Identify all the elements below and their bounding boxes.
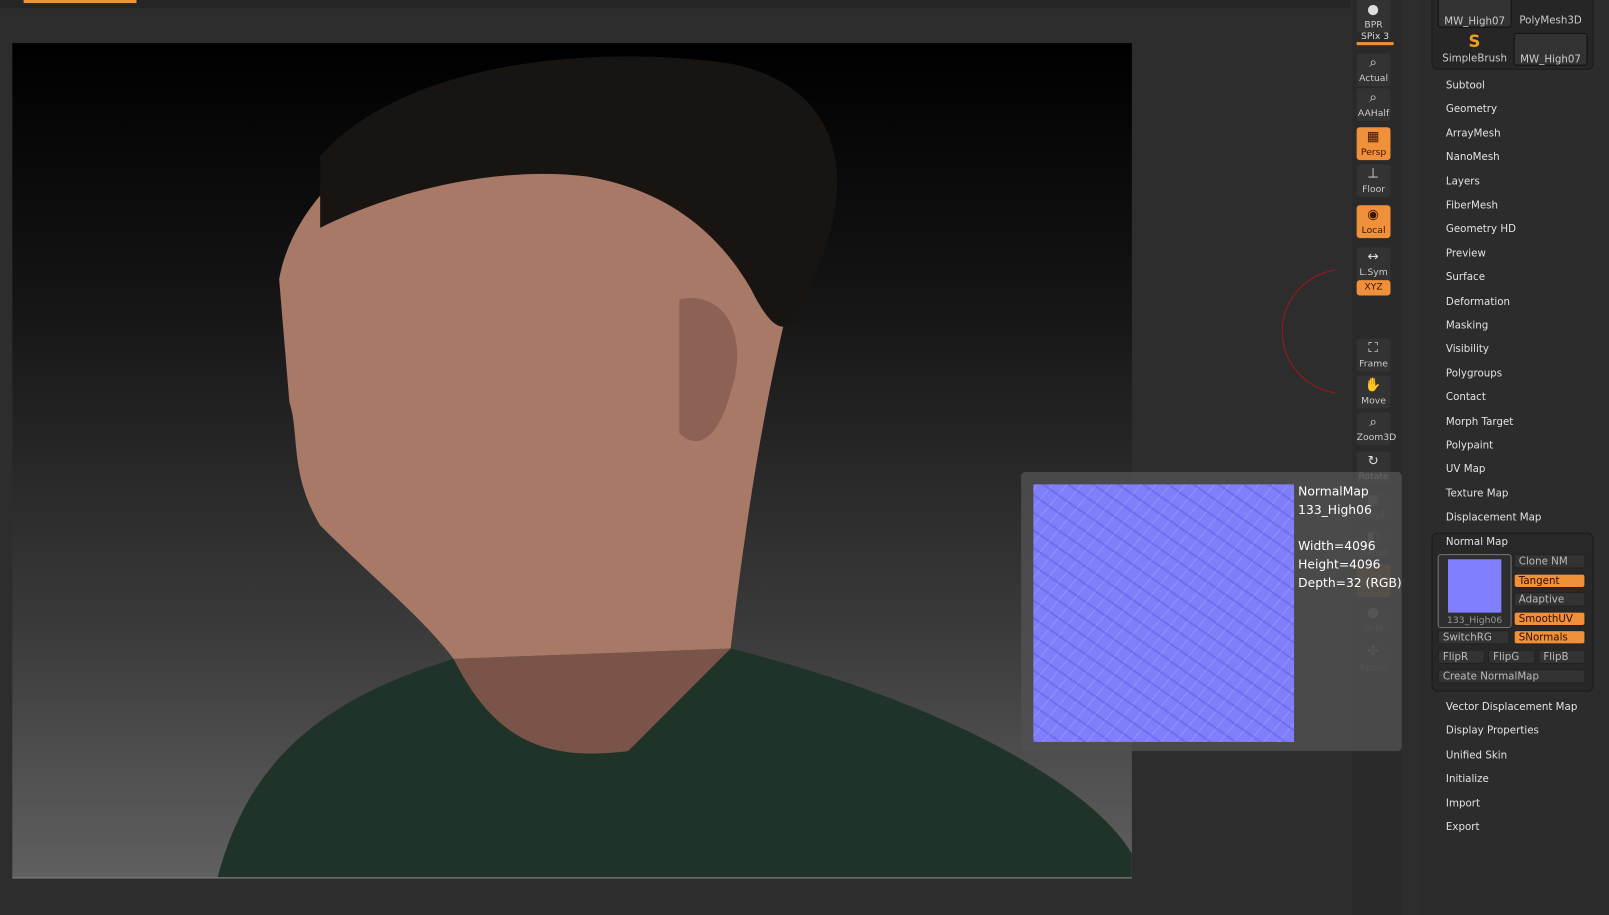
snormals-toggle[interactable]: SNormals bbox=[1513, 630, 1586, 645]
frame-icon: ⛶ bbox=[1368, 340, 1378, 357]
menu-uv-map[interactable]: UV Map bbox=[1446, 464, 1485, 475]
menu-initialize[interactable]: Initialize bbox=[1446, 774, 1489, 785]
zoom-actual-icon: ⌕ bbox=[1369, 55, 1377, 71]
menu-arraymesh[interactable]: ArrayMesh bbox=[1446, 128, 1501, 139]
menu-subtool[interactable]: Subtool bbox=[1446, 80, 1485, 91]
popup-height: Height=4096 bbox=[1298, 557, 1381, 572]
flipb-toggle[interactable]: FlipB bbox=[1538, 649, 1586, 664]
menu-preview[interactable]: Preview bbox=[1446, 248, 1486, 259]
shelf-local-button[interactable]: ◉ Local bbox=[1356, 205, 1391, 239]
popup-file-name: 133_High06 bbox=[1298, 502, 1372, 518]
active-tab-indicator[interactable] bbox=[23, 0, 137, 4]
shelf-floor-button[interactable]: ⊥ Floor bbox=[1356, 164, 1391, 198]
normal-map-thumbnail[interactable]: 133_High06 bbox=[1437, 554, 1512, 629]
floor-icon: ⊥ bbox=[1367, 166, 1379, 182]
sphere-icon: ● bbox=[1367, 2, 1379, 18]
menu-vector-displacement-map[interactable]: Vector Displacement Map bbox=[1446, 702, 1577, 713]
tool-grid: MW_High07 PolyMesh3D S SimpleBrush MW_Hig… bbox=[1431, 0, 1594, 70]
xyz-rotation-toggle[interactable]: XYZ bbox=[1356, 280, 1391, 296]
simplebrush-icon: S bbox=[1468, 31, 1481, 52]
top-bar bbox=[0, 0, 1351, 9]
zbrush-window: ● BPR ⌕ Actual ⌕ AAHalf ▦ Persp ⊥ Floor ◉ Local ↔ L.S… bbox=[0, 0, 1609, 915]
adaptive-toggle[interactable]: Adaptive bbox=[1513, 592, 1586, 607]
popup-map-name: NormalMap bbox=[1298, 484, 1369, 499]
clone-nm-button[interactable]: Clone NM bbox=[1513, 554, 1586, 569]
shelf-lsym-button[interactable]: ↔ L.Sym bbox=[1356, 247, 1391, 281]
shelf-bpr-button[interactable]: ● BPR bbox=[1356, 0, 1391, 33]
right-shelf: ● BPR ⌕ Actual ⌕ AAHalf ▦ Persp ⊥ Floor ◉ Local ↔ L.S… bbox=[1352, 0, 1402, 915]
shelf-move-button[interactable]: ✋ Move bbox=[1356, 375, 1391, 409]
shelf-label: L.Sym bbox=[1359, 267, 1388, 279]
tool-item[interactable]: MW_High07 bbox=[1513, 32, 1588, 66]
perspective-grid-icon: ▦ bbox=[1366, 129, 1380, 145]
menu-geometry-hd[interactable]: Geometry HD bbox=[1446, 224, 1516, 235]
flipr-toggle[interactable]: FlipR bbox=[1437, 649, 1485, 664]
zoom-aahalf-icon: ⌕ bbox=[1369, 90, 1377, 106]
shelf-persp-button[interactable]: ▦ Persp bbox=[1356, 127, 1391, 161]
menu-morph-target[interactable]: Morph Target bbox=[1446, 416, 1513, 427]
menu-surface[interactable]: Surface bbox=[1446, 272, 1485, 283]
normal-map-image bbox=[1033, 484, 1295, 742]
menu-masking[interactable]: Masking bbox=[1446, 320, 1488, 331]
tool-label: PolyMesh3D bbox=[1519, 15, 1582, 27]
symmetry-icon: ↔ bbox=[1367, 249, 1379, 265]
shelf-actual-button[interactable]: ⌕ Actual bbox=[1356, 53, 1391, 87]
tangent-toggle[interactable]: Tangent bbox=[1513, 573, 1586, 589]
menu-contact[interactable]: Contact bbox=[1446, 392, 1486, 403]
tool-item[interactable]: MW_High07 bbox=[1437, 0, 1512, 28]
menu-unified-skin[interactable]: Unified Skin bbox=[1446, 750, 1507, 761]
shelf-label: Zoom3D bbox=[1356, 433, 1397, 444]
menu-fibermesh[interactable]: FiberMesh bbox=[1446, 200, 1498, 211]
shelf-aahalf-button[interactable]: ⌕ AAHalf bbox=[1356, 88, 1391, 122]
popup-width: Width=4096 bbox=[1298, 538, 1376, 554]
popup-depth: Depth=32 (RGB) bbox=[1298, 575, 1402, 591]
tool-palette: MW_High07 PolyMesh3D S SimpleBrush MW_Hig… bbox=[1420, 0, 1609, 915]
thumbnail-label: 133_High06 bbox=[1447, 615, 1503, 626]
tool-label: MW_High07 bbox=[1520, 54, 1581, 66]
menu-nanomesh[interactable]: NanoMesh bbox=[1446, 152, 1500, 163]
menu-texture-map[interactable]: Texture Map bbox=[1446, 488, 1508, 499]
shelf-frame-button[interactable]: ⛶ Frame bbox=[1356, 338, 1391, 372]
normal-map-preview bbox=[1447, 559, 1502, 613]
shelf-label: Frame bbox=[1359, 359, 1388, 370]
menu-normal-map[interactable]: Normal Map bbox=[1446, 537, 1508, 548]
menu-visibility[interactable]: Visibility bbox=[1446, 344, 1489, 355]
shelf-label: Floor bbox=[1362, 184, 1386, 195]
menu-import[interactable]: Import bbox=[1446, 798, 1480, 809]
head-model bbox=[217, 56, 1132, 878]
tool-item[interactable]: PolyMesh3D bbox=[1514, 0, 1588, 28]
menu-displacement-map[interactable]: Displacement Map bbox=[1446, 512, 1541, 523]
hand-icon: ✋ bbox=[1364, 377, 1382, 394]
shelf-label: BPR bbox=[1364, 20, 1383, 31]
3d-viewport[interactable] bbox=[12, 43, 1132, 879]
tool-item[interactable]: S SimpleBrush bbox=[1438, 31, 1512, 66]
flipg-toggle[interactable]: FlipG bbox=[1487, 649, 1536, 664]
shelf-label: Persp bbox=[1360, 147, 1387, 159]
menu-layers[interactable]: Layers bbox=[1446, 176, 1480, 187]
switchrg-toggle[interactable]: SwitchRG bbox=[1437, 630, 1510, 645]
menu-export[interactable]: Export bbox=[1446, 822, 1480, 833]
shelf-zoom3d-button[interactable]: ⌕ Zoom3D bbox=[1356, 412, 1396, 446]
rotate-icon: ↻ bbox=[1367, 453, 1379, 469]
smoothuv-toggle[interactable]: SmoothUV bbox=[1513, 611, 1586, 626]
tool-label: SimpleBrush bbox=[1442, 53, 1507, 65]
menu-deformation[interactable]: Deformation bbox=[1446, 296, 1510, 307]
shelf-label: Move bbox=[1361, 396, 1386, 407]
menu-polypaint[interactable]: Polypaint bbox=[1446, 440, 1493, 451]
shelf-label: Local bbox=[1361, 225, 1386, 237]
tool-label: MW_High07 bbox=[1444, 16, 1506, 28]
shelf-label: AAHalf bbox=[1357, 108, 1390, 120]
normal-map-tooltip: NormalMap 133_High06 Width=4096 Height=4… bbox=[1021, 472, 1402, 752]
normal-map-panel: Normal Map 133_High06 Clone NM Tangent A… bbox=[1431, 532, 1594, 692]
local-icon: ◉ bbox=[1367, 207, 1379, 223]
menu-polygroups[interactable]: Polygroups bbox=[1446, 368, 1502, 379]
spix-slider[interactable]: SPix 3 bbox=[1356, 32, 1394, 46]
zoom3d-icon: ⌕ bbox=[1369, 414, 1377, 430]
shelf-label: Actual bbox=[1359, 73, 1389, 85]
menu-geometry[interactable]: Geometry bbox=[1446, 104, 1497, 115]
menu-display-properties[interactable]: Display Properties bbox=[1446, 726, 1539, 737]
create-normalmap-button[interactable]: Create NormalMap bbox=[1437, 669, 1586, 684]
